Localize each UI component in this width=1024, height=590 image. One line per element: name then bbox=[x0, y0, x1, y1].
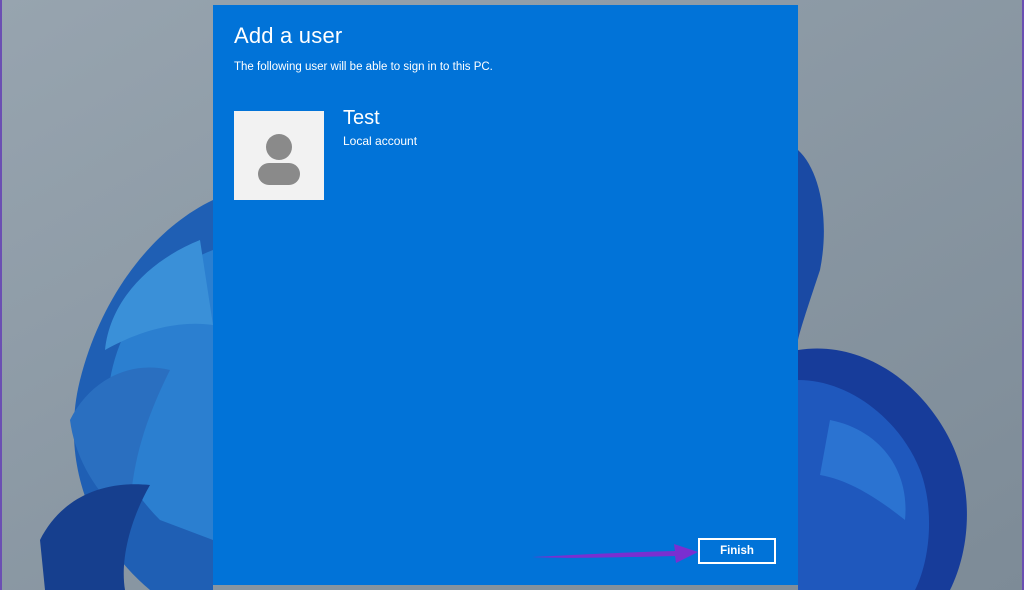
user-avatar bbox=[234, 111, 324, 200]
dialog-subtitle: The following user will be able to sign … bbox=[234, 61, 493, 73]
frame-border-left bbox=[0, 0, 2, 590]
finish-button[interactable]: Finish bbox=[698, 538, 776, 564]
dialog-title: Add a user bbox=[234, 23, 343, 48]
user-silhouette-icon bbox=[258, 134, 300, 185]
account-type: Local account bbox=[343, 134, 418, 148]
pointer-arrow-icon bbox=[532, 544, 698, 563]
user-name: Test bbox=[343, 107, 380, 129]
add-user-dialog: Add a user The following user will be ab… bbox=[213, 5, 798, 585]
